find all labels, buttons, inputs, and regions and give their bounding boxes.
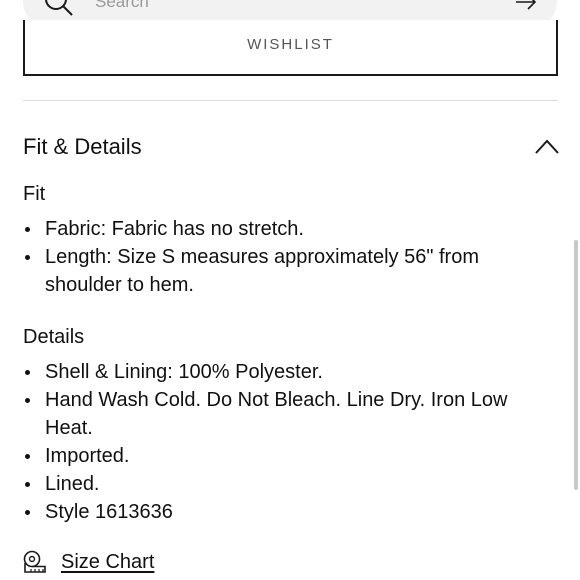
list-item: Style 1613636 [23,498,533,526]
fit-details-title[interactable]: Fit & Details [23,134,142,160]
list-item: Length: Size S measures approximately 56… [23,243,533,299]
section-divider [23,100,558,101]
arrow-right-icon[interactable] [515,0,537,10]
measuring-tape-icon [23,550,46,573]
list-item: Fabric: Fabric has no stretch. [23,215,533,243]
details-list: Shell & Lining: 100% Polyester. Hand Was… [23,358,533,526]
scrollbar[interactable] [574,240,578,490]
fit-list: Fabric: Fabric has no stretch. Length: S… [23,215,533,299]
search-icon [45,0,73,16]
wishlist-label: Wishlist [247,36,334,53]
wishlist-button[interactable]: Wishlist [23,20,558,76]
details-heading: Details [23,326,85,348]
search-input[interactable]: Search [95,0,149,12]
size-chart-label: Size Chart [61,550,155,573]
size-chart-link[interactable]: Size Chart [23,550,154,574]
list-item: Hand Wash Cold. Do Not Bleach. Line Dry.… [23,386,533,442]
chevron-up-icon[interactable] [534,136,560,156]
list-item: Imported. [23,442,533,470]
fit-heading: Fit [23,183,46,205]
list-item: Lined. [23,470,533,498]
list-item: Shell & Lining: 100% Polyester. [23,358,533,386]
